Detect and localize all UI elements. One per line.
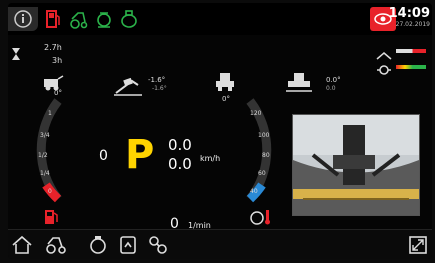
hourglass-icon bbox=[12, 45, 20, 64]
temperature-gauge: 120 100 80 60 40 bbox=[246, 98, 272, 203]
camera-image bbox=[293, 115, 419, 215]
speed-value-2: 0.0 bbox=[168, 155, 192, 173]
info-icon[interactable] bbox=[8, 7, 38, 31]
clock-date: 27.02.2019 bbox=[395, 21, 430, 28]
temp-tick-4: 60 bbox=[258, 170, 266, 177]
fuel-gauge: 1 3/4 1/2 1/4 0 bbox=[36, 98, 62, 203]
tractor-settings-icon[interactable] bbox=[44, 233, 68, 257]
fuel-icon bbox=[44, 209, 58, 229]
document-icon[interactable] bbox=[116, 233, 140, 257]
terminal-screen: 14:09 27.02.2019 2.7h 3h 0° -1.6° -1.6° … bbox=[8, 3, 432, 259]
center-angle: 0° bbox=[222, 95, 230, 103]
roll-sub: 0.0 bbox=[326, 85, 336, 92]
pto-rear-icon bbox=[376, 61, 392, 80]
link-icon[interactable] bbox=[146, 233, 170, 257]
oil-green-icon bbox=[118, 7, 140, 31]
pto-rear-bar bbox=[396, 65, 426, 69]
pitch-sub: -1.6° bbox=[152, 85, 167, 92]
camera-view[interactable] bbox=[292, 114, 420, 216]
engine-green-icon bbox=[93, 7, 115, 31]
center-vehicle-icon bbox=[214, 71, 236, 97]
speed-unit: km/h bbox=[200, 154, 221, 163]
temp-tick-2: 100 bbox=[258, 132, 270, 139]
hours-trip: 3h bbox=[52, 56, 63, 65]
hours-total: 2.7h bbox=[44, 43, 62, 52]
engine-icon[interactable] bbox=[86, 233, 110, 257]
gear-left-value: 0 bbox=[99, 148, 108, 164]
bottom-nav bbox=[8, 229, 432, 259]
roll-icon bbox=[284, 71, 314, 99]
temp-tick-1: 120 bbox=[250, 110, 262, 117]
speed-value-1: 0.0 bbox=[168, 136, 192, 154]
pitch-angle: -1.6° bbox=[148, 76, 166, 84]
roll-angle: 0.0° bbox=[326, 76, 341, 84]
pitch-icon bbox=[112, 75, 144, 101]
fuel-tick-5: 0 bbox=[48, 188, 52, 195]
fuel-tick-1: 1 bbox=[48, 110, 52, 117]
tractor-green-icon bbox=[68, 7, 90, 31]
clock: 14:09 27.02.2019 bbox=[389, 7, 430, 29]
temp-tick-5: 40 bbox=[250, 188, 258, 195]
coolant-temp-icon bbox=[250, 209, 272, 229]
pto-front-bar bbox=[396, 49, 426, 53]
temp-tick-3: 80 bbox=[262, 152, 270, 159]
fuel-tick-4: 1/4 bbox=[40, 170, 50, 177]
fullscreen-icon[interactable] bbox=[406, 233, 430, 257]
gear-indicator: P bbox=[125, 132, 155, 178]
fuel-warning-icon bbox=[42, 7, 64, 31]
home-icon[interactable] bbox=[10, 233, 34, 257]
fuel-tick-3: 1/2 bbox=[38, 152, 48, 159]
clock-time: 14:09 bbox=[388, 6, 430, 21]
fuel-tick-2: 3/4 bbox=[40, 132, 50, 139]
status-bar: 14:09 27.02.2019 bbox=[8, 3, 432, 35]
